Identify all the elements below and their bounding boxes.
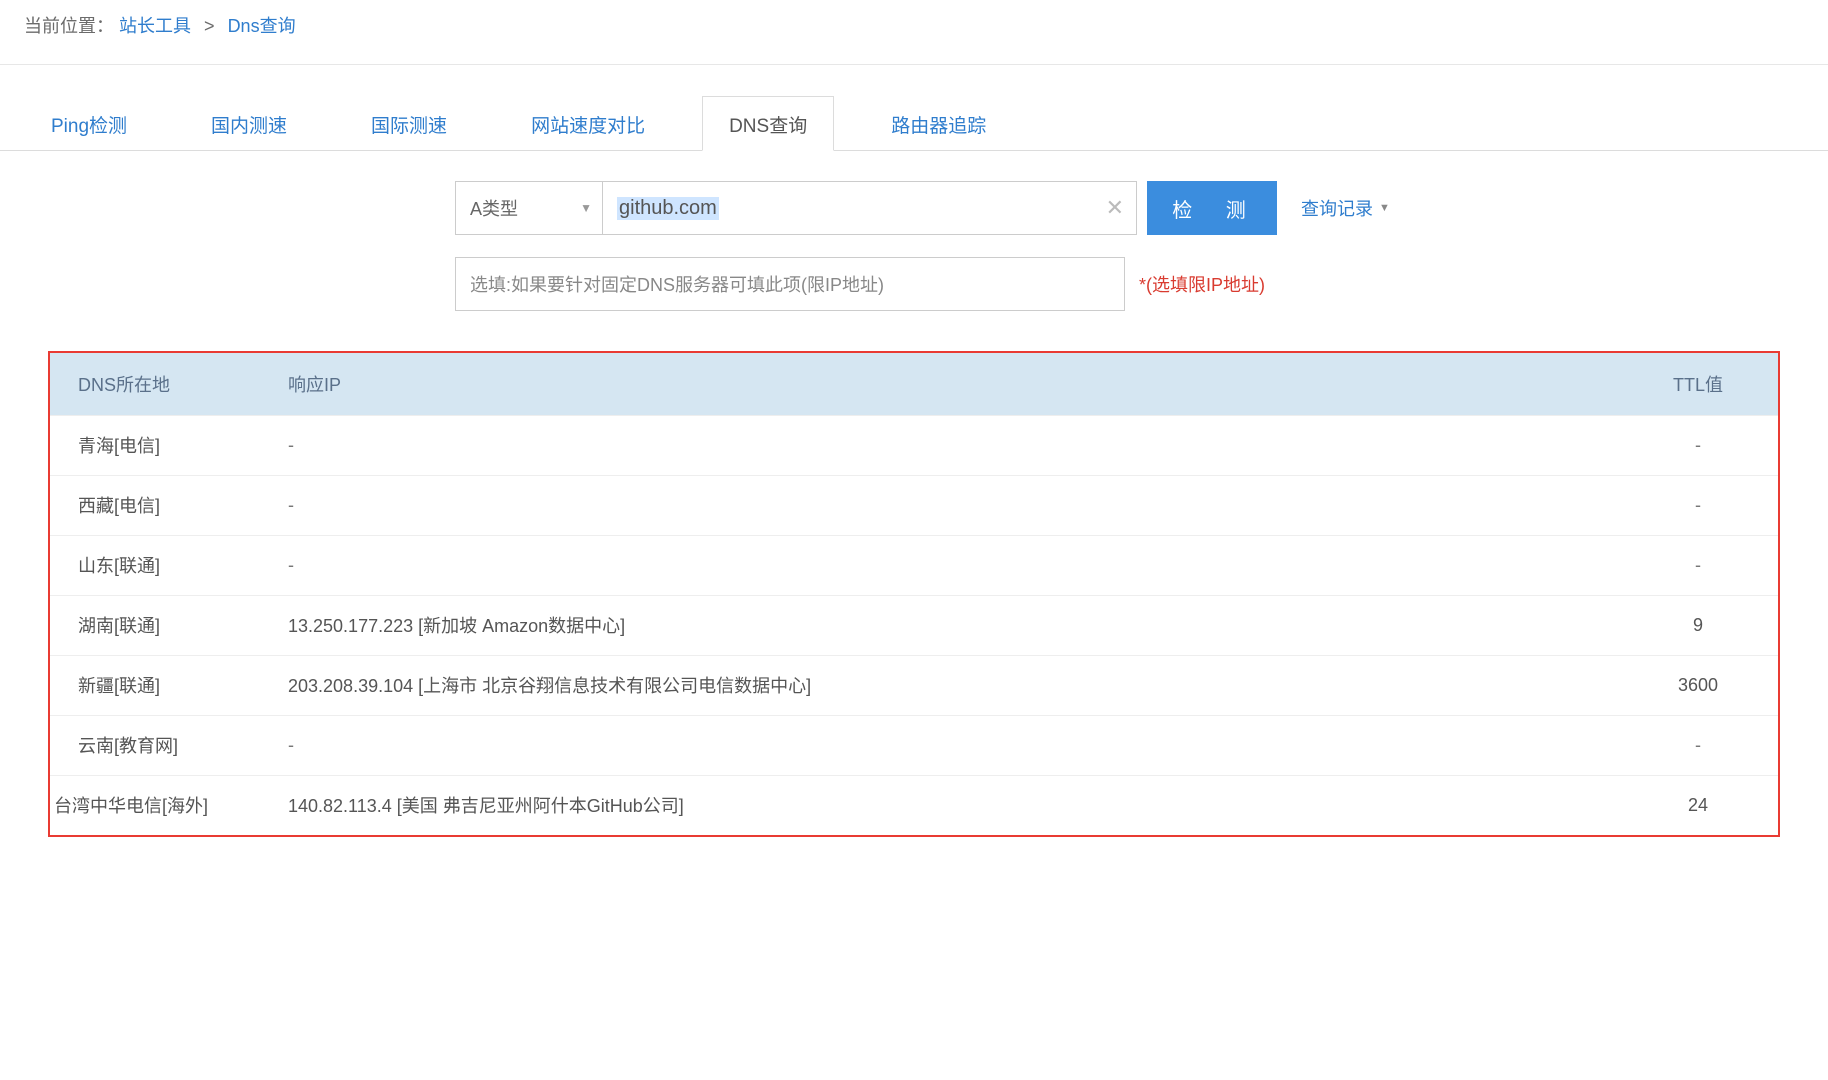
ip-only-note: *(选填限IP地址): [1139, 271, 1265, 297]
col-header-ttl: TTL值: [1618, 353, 1778, 415]
domain-value: github.com: [617, 197, 719, 220]
divider: [0, 64, 1828, 65]
query-row-1: A类型 ▼ github.com ✕ 检 测 查询记录 ▼: [0, 181, 1828, 235]
dns-server-input[interactable]: 选填:如果要针对固定DNS服务器可填此项(限IP地址): [455, 257, 1125, 311]
tab-intl[interactable]: 国际测速: [344, 96, 474, 151]
col-header-location: DNS所在地: [50, 353, 270, 415]
chevron-down-icon: ▼: [1379, 202, 1390, 214]
cell-ip: 13.250.177.223 [新加坡 Amazon数据中心]: [270, 595, 1618, 655]
table-row: 新疆[联通]203.208.39.104 [上海市 北京谷翔信息技术有限公司电信…: [50, 655, 1778, 715]
cell-location: 台湾中华电信[海外]: [50, 775, 270, 835]
record-type-select[interactable]: A类型 ▼: [455, 181, 603, 235]
cell-location: 云南[教育网]: [50, 715, 270, 775]
cell-ttl: 24: [1618, 775, 1778, 835]
dns-server-placeholder: 选填:如果要针对固定DNS服务器可填此项(限IP地址): [470, 271, 884, 297]
table-row: 台湾中华电信[海外]140.82.113.4 [美国 弗吉尼亚州阿什本GitHu…: [50, 775, 1778, 835]
tab-domestic[interactable]: 国内测速: [184, 96, 314, 151]
tabs: Ping检测国内测速国际测速网站速度对比 DNS查询路由器追踪: [0, 95, 1828, 151]
results-highlight-box: DNS所在地 响应IP TTL值 青海[电信]--西藏[电信]--山东[联通]-…: [48, 351, 1780, 837]
table-row: 云南[教育网]--: [50, 715, 1778, 775]
cell-location: 湖南[联通]: [50, 595, 270, 655]
table-row: 湖南[联通]13.250.177.223 [新加坡 Amazon数据中心]9: [50, 595, 1778, 655]
tab-ping[interactable]: Ping检测: [24, 96, 154, 151]
cell-ip: -: [270, 415, 1618, 475]
cell-ip: -: [270, 535, 1618, 595]
tab-compare[interactable]: 网站速度对比: [504, 96, 672, 151]
history-link[interactable]: 查询记录 ▼: [1301, 195, 1390, 221]
cell-ttl: -: [1618, 535, 1778, 595]
domain-input[interactable]: github.com ✕: [603, 181, 1137, 235]
table-row: 西藏[电信]--: [50, 475, 1778, 535]
cell-ip: -: [270, 715, 1618, 775]
cell-ttl: 9: [1618, 595, 1778, 655]
table-row: 青海[电信]--: [50, 415, 1778, 475]
tab-trace[interactable]: 路由器追踪: [864, 96, 1013, 151]
cell-location: 青海[电信]: [50, 415, 270, 475]
cell-ip: -: [270, 475, 1618, 535]
breadcrumb-link-dns[interactable]: Dns查询: [228, 16, 296, 36]
breadcrumb-link-tools[interactable]: 站长工具: [119, 16, 191, 36]
cell-ttl: -: [1618, 475, 1778, 535]
cell-location: 西藏[电信]: [50, 475, 270, 535]
breadcrumb: 当前位置： 站长工具 > Dns查询: [0, 0, 1828, 52]
tab-dns[interactable]: DNS查询: [702, 96, 834, 151]
breadcrumb-label: 当前位置：: [24, 16, 114, 36]
col-header-ip: 响应IP: [270, 353, 1618, 415]
record-type-value: A类型: [470, 195, 518, 221]
cell-location: 山东[联通]: [50, 535, 270, 595]
query-row-2: 选填:如果要针对固定DNS服务器可填此项(限IP地址) *(选填限IP地址): [0, 257, 1828, 311]
chevron-down-icon: ▼: [580, 201, 592, 215]
cell-ip: 203.208.39.104 [上海市 北京谷翔信息技术有限公司电信数据中心]: [270, 655, 1618, 715]
cell-ip: 140.82.113.4 [美国 弗吉尼亚州阿什本GitHub公司]: [270, 775, 1618, 835]
cell-ttl: -: [1618, 415, 1778, 475]
clear-icon[interactable]: ✕: [1106, 195, 1124, 221]
cell-ttl: 3600: [1618, 655, 1778, 715]
results-table: DNS所在地 响应IP TTL值 青海[电信]--西藏[电信]--山东[联通]-…: [50, 353, 1778, 835]
history-label: 查询记录: [1301, 195, 1373, 221]
breadcrumb-sep: >: [204, 16, 215, 36]
table-row: 山东[联通]--: [50, 535, 1778, 595]
cell-ttl: -: [1618, 715, 1778, 775]
submit-button[interactable]: 检 测: [1147, 181, 1277, 235]
cell-location: 新疆[联通]: [50, 655, 270, 715]
